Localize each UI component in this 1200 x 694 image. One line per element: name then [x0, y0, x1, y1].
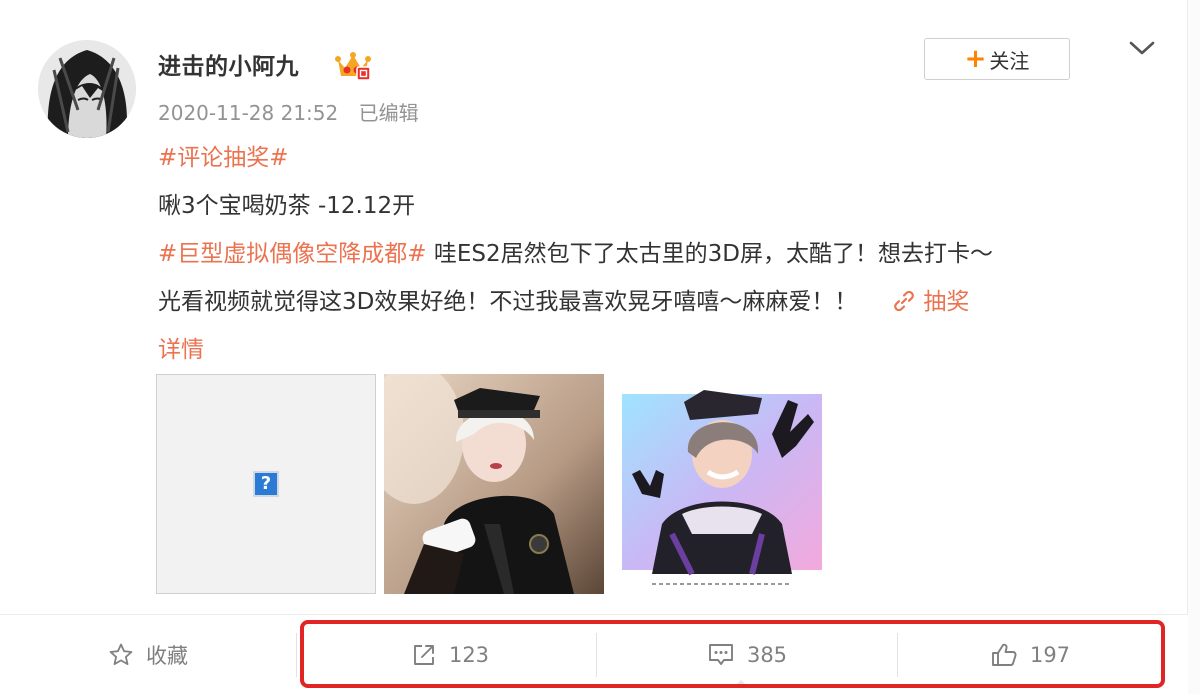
details-link[interactable]: 详情: [158, 337, 204, 363]
image-thumbnail-cosplay-photo[interactable]: [384, 374, 604, 594]
link-icon: [894, 290, 915, 312]
image-thumbnail-character-art[interactable]: [612, 374, 832, 594]
content-line-details: 详情: [158, 326, 1158, 374]
comment-icon: [709, 644, 733, 665]
topic-link-comment-lottery[interactable]: #评论抽奖#: [158, 145, 289, 171]
share-count: 123: [448, 643, 490, 667]
share-button[interactable]: 123: [304, 615, 596, 694]
avatar[interactable]: [38, 40, 136, 138]
content-line-milk-tea: 啾3个宝喝奶茶 -12.12开: [158, 193, 416, 219]
edited-label: 已编辑: [358, 101, 419, 125]
post-timestamp[interactable]: 2020-11-28 21:52: [158, 101, 338, 125]
action-divider: [296, 633, 297, 677]
like-button[interactable]: 197: [898, 615, 1162, 694]
star-icon: [109, 643, 133, 665]
content-text-3d-effect: 光看视频就觉得这3D效果好绝！不过我最喜欢晃牙嘻嘻～麻麻爱！！: [158, 289, 858, 315]
favorite-button[interactable]: 收藏: [0, 615, 296, 694]
content-line-es2: #巨型虚拟偶像空降成都# 哇ES2居然包下了太古里的3D屏，太酷了！想去打卡～: [158, 230, 1158, 278]
like-count: 197: [1029, 643, 1071, 667]
comment-panel-caret: [733, 680, 749, 688]
topic-link-virtual-idol[interactable]: #巨型虚拟偶像空降成都#: [158, 241, 427, 267]
favorite-label: 收藏: [146, 644, 188, 668]
follow-button[interactable]: + 关注: [924, 38, 1070, 80]
share-icon: [414, 645, 434, 665]
action-bar: 收藏 123 385 197: [0, 614, 1188, 694]
weibo-post-card: 进击的小阿九 2020-11-28 21:52 已编辑 + 关注 #评论抽奖# …: [0, 0, 1200, 694]
lottery-link[interactable]: 抽奖: [893, 289, 969, 315]
thumbs-up-icon: [992, 643, 1017, 666]
post-content: #评论抽奖# 啾3个宝喝奶茶 -12.12开 #巨型虚拟偶像空降成都# 哇ES2…: [158, 134, 1158, 374]
chevron-down-icon[interactable]: [1128, 36, 1156, 60]
content-line-3d-effect: 光看视频就觉得这3D效果好绝！不过我最喜欢晃牙嘻嘻～麻麻爱！！ 抽奖: [158, 278, 1158, 326]
image-thumbnail-broken[interactable]: ?: [156, 374, 376, 594]
follow-label: 关注: [989, 48, 1030, 73]
content-line-topic: #评论抽奖#: [158, 134, 1158, 182]
content-text-es2: 哇ES2居然包下了太古里的3D屏，太酷了！想去打卡～: [426, 241, 993, 267]
crown-badge-icon[interactable]: [335, 50, 371, 82]
comment-count: 385: [746, 643, 788, 667]
broken-image-icon: ?: [253, 471, 279, 497]
lottery-link-label: 抽奖: [923, 289, 970, 315]
avatar-image: [38, 40, 136, 138]
post-meta: 2020-11-28 21:52 已编辑: [158, 97, 419, 126]
page-scrollbar[interactable]: [1187, 0, 1200, 694]
plus-icon: +: [964, 44, 987, 74]
cosplay-photo-image: [384, 374, 604, 594]
character-art-image: [612, 374, 832, 594]
author-name[interactable]: 进击的小阿九: [158, 47, 299, 81]
